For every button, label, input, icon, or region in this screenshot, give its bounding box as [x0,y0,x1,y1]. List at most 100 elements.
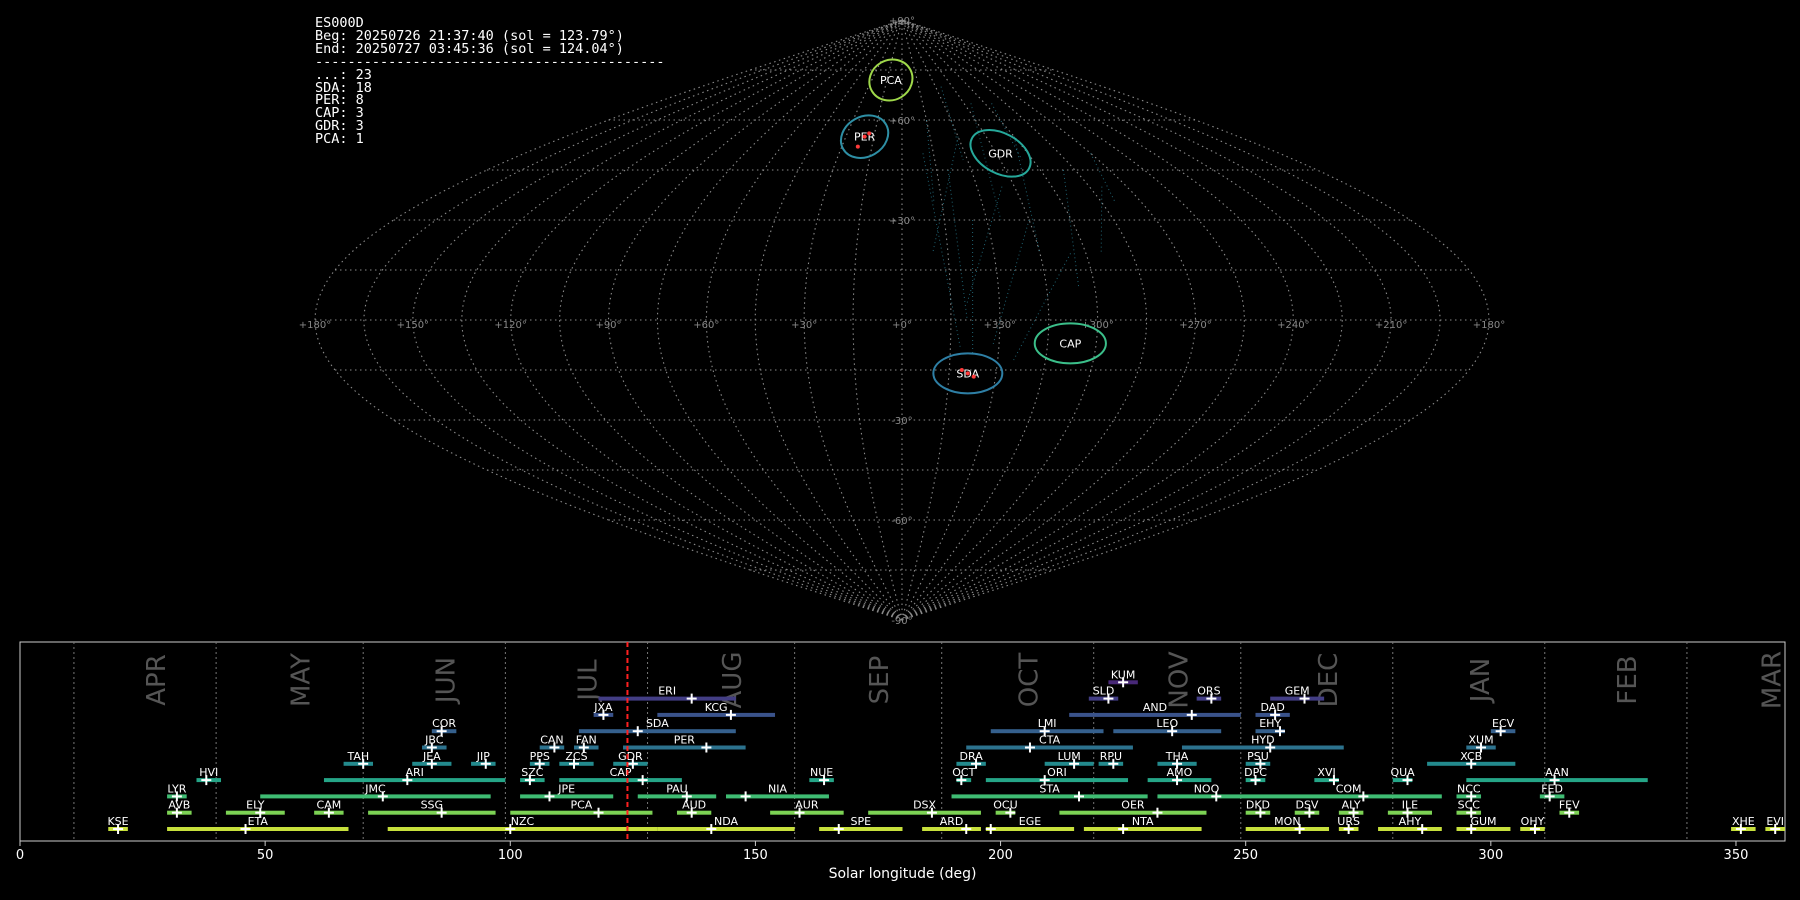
radiant-point [862,134,867,139]
shower-label: FAN [576,734,597,747]
lat-tick-label: -30° [891,416,912,427]
lat-tick-label: +60° [889,116,915,127]
shower-label: SZC [521,766,544,779]
shower-label: JIP [476,750,490,763]
shower-label: AND [1143,701,1167,714]
shower-label: AUD [682,799,706,812]
shower-label: MON [1274,815,1300,828]
shower-label: PER [674,734,696,747]
shower-label: ORS [1197,685,1220,698]
month-label: APR [142,654,172,706]
month-label: MAR [1757,651,1787,709]
lon-tick-label: +90° [595,320,621,331]
radiant-point [959,368,964,372]
shower-label: XUM [1468,734,1493,747]
meridian-line [754,19,903,621]
shower-label: NTA [1132,815,1154,828]
meteor-trail [932,136,959,254]
shower-label: QUA [1390,766,1415,779]
x-tick-label: 350 [1724,848,1749,863]
lat-tick-label: -60° [891,516,912,527]
shower-label: RPU [1100,750,1122,763]
radiant-label: GDR [988,147,1013,160]
shower-label: GUM [1470,815,1496,828]
radiant-point [855,144,860,149]
shower-label: JBC [424,734,444,747]
shower-label: OHY [1521,815,1545,828]
shower-label: DPC [1244,766,1267,779]
shower-label: ORI [1047,766,1067,779]
lon-tick-label: +180° [1473,320,1505,331]
shower-label: HVI [199,766,218,779]
shower-label: PCA [570,799,592,812]
shower-label: THA [1165,750,1189,763]
shower-label: SSG [421,799,444,812]
shower-label: CAM [317,799,342,812]
month-label: JUN [431,657,461,705]
month-label: MAY [287,653,317,707]
shower-label: CAN [540,734,563,747]
month-label: SEP [865,656,895,705]
radiant-point [867,131,872,136]
meteor-trails [922,86,1117,361]
meteor-trail [925,119,935,204]
lat-tick-label: +30° [889,216,915,227]
x-tick-label: 50 [257,848,274,863]
x-tick-label: 100 [498,848,523,863]
shower-label: COR [432,717,456,730]
x-axis-label: Solar longitude (deg) [829,866,977,882]
shower-label: DKD [1246,799,1270,812]
lon-tick-label: +270° [1179,320,1211,331]
shower-label: NZC [511,815,535,828]
meteor-trail [1090,153,1117,204]
shower-label: JPE [557,782,575,795]
shower-label: DSV [1295,799,1318,812]
shower-label: COM [1336,782,1362,795]
shower-label: DAD [1261,701,1285,714]
lon-tick-label: +240° [1277,320,1309,331]
shower-label: DRA [960,750,984,763]
meteor-trail [947,169,968,321]
shower-label: PAU [666,782,688,795]
shower-label: ELY [246,799,265,812]
shower-label: AUR [795,799,819,812]
x-tick-label: 200 [988,848,1013,863]
shower-label: LUM [1058,750,1081,763]
shower-label: NIA [768,782,787,795]
x-tick-label: 300 [1478,848,1503,863]
month-label: JAN [1466,658,1496,704]
shower-label: ARD [940,815,964,828]
shower-label: CAP [610,766,632,779]
shower-label: AAN [1545,766,1569,779]
shower-label: ARI [405,766,423,779]
shower-label: AVB [168,799,190,812]
sky-map: +180° +150° +120° +90° +60° +30° +0° +330° +300°… [299,16,1505,627]
shower-label: EGE [1019,815,1041,828]
shower-label: AHY [1399,815,1422,828]
shower-label: OER [1121,799,1145,812]
shower-label: JEA [422,750,441,763]
month-label: NOV [1164,651,1194,708]
shower-label: NCC [1457,782,1481,795]
shower-label: ERI [658,685,676,698]
lon-tick-label: +60° [693,320,719,331]
shower-label: LMI [1038,717,1057,730]
shower-label: TAH [346,750,369,763]
shower-label: NOO [1194,782,1220,795]
shower-label: XCB [1460,750,1482,763]
meteor-trail [1062,169,1080,287]
shower-label: ILE [1402,799,1418,812]
lon-tick-label: +120° [494,320,526,331]
lon-tick-label: +210° [1375,320,1407,331]
x-tick-label: 0 [16,848,24,863]
lat-tick-label: +90° [889,16,915,27]
shower-label: NDA [714,815,739,828]
shower-label: AMO [1167,766,1193,779]
shower-label: NUE [810,766,833,779]
lon-tick-label: +180° [299,320,331,331]
month-label: JUL [573,659,603,703]
shower-label: SLD [1093,685,1115,698]
shower-label: SCC [1458,799,1481,812]
shower-label: SDA [646,717,669,730]
shower-label: SPE [851,815,872,828]
